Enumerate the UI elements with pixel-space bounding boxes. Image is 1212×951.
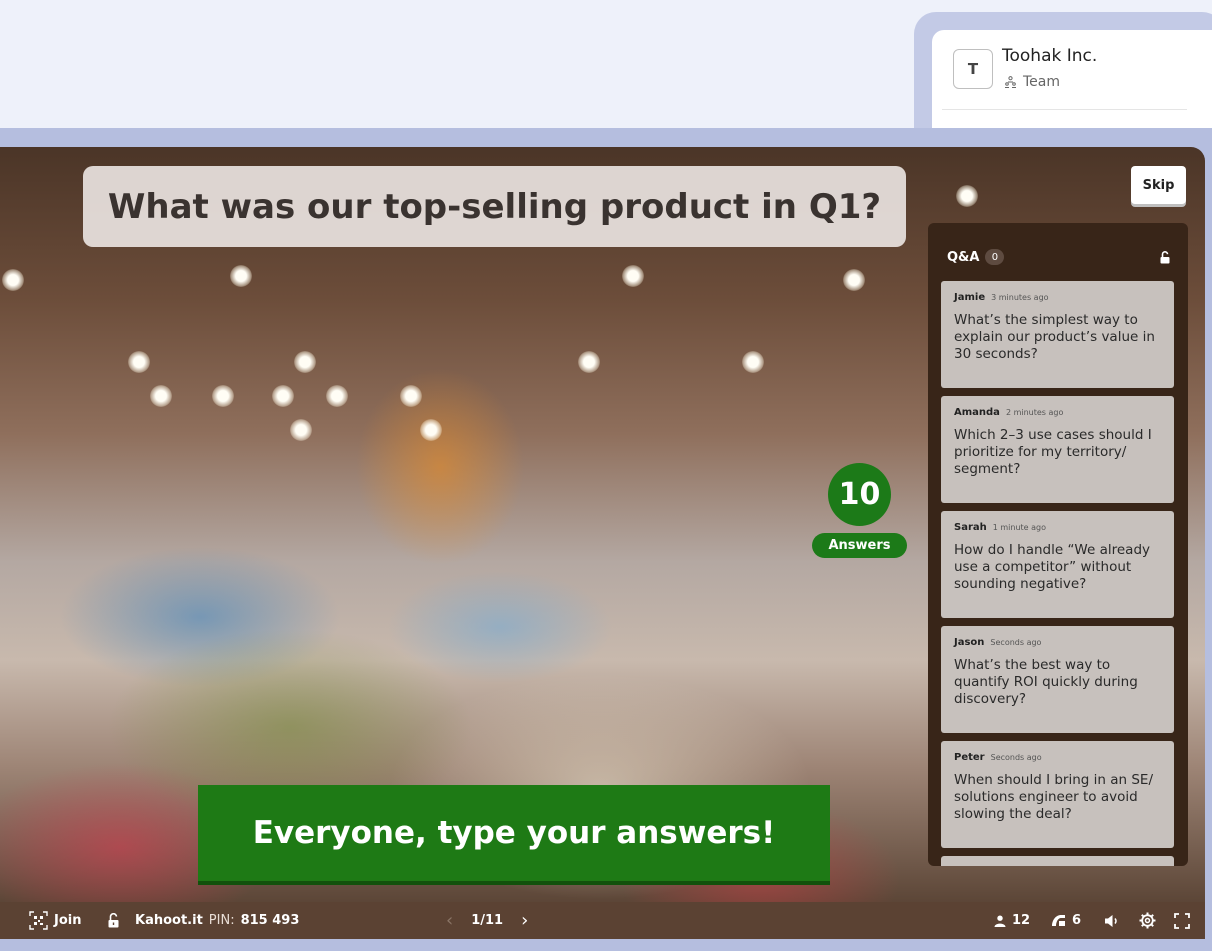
person-icon [994,915,1006,927]
qa-author: Peter [954,752,985,763]
previous-slide-icon[interactable]: ‹ [446,910,453,931]
join-button[interactable]: Join [29,902,81,939]
question-text: What was our top-selling product in Q1? [83,166,906,247]
answer-count: 6 [1051,902,1081,939]
qa-question: What’s the best way to quantify ROI quic… [954,657,1138,707]
qa-question: When should I bring in an SE/ solutions … [954,772,1153,822]
bottom-bar: Join Kahoot.it PIN: 815 493 ‹ 1/11 › 12 … [0,902,1205,939]
ceiling-light [212,385,234,407]
pin-label: PIN: [208,913,235,928]
answers-count: 10 [828,463,891,526]
qa-time: Seconds ago [990,638,1042,647]
workspace-type: Team [1004,74,1060,90]
pin-text: Kahoot.it PIN: 815 493 [135,913,299,928]
qa-author: Jamie [954,292,986,303]
qa-author: Amanda [954,407,1000,418]
answer-count-value: 6 [1072,913,1082,928]
volume-button[interactable] [1104,902,1120,939]
workspace-type-label: Team [1023,74,1061,90]
site-name: Kahoot.it [135,913,203,928]
qa-header: Q&A 0 [947,247,1170,267]
qa-list[interactable]: Jamie 3 minutes ago What’s the simplest w… [941,281,1174,866]
qa-question: How do I handle “We already use a compet… [954,542,1151,592]
team-icon [1005,76,1016,88]
ceiling-light [272,385,294,407]
qa-question: Which 2–3 use cases should I prioritize … [954,427,1152,477]
instruction-banner: Everyone, type your answers! [198,785,830,881]
qa-question: What’s the simplest way to explain our p… [954,312,1155,362]
join-label: Join [54,913,82,928]
ceiling-light [956,185,978,207]
ceiling-light [622,265,644,287]
qa-time: Seconds ago [990,753,1042,762]
unlock-icon[interactable] [108,913,119,928]
gear-icon [1139,912,1156,929]
qa-author: Jason [954,637,985,648]
qa-count-badge: 0 [985,249,1005,265]
game-pin: Kahoot.it PIN: 815 493 [108,902,299,939]
skip-button[interactable]: Skip [1131,166,1186,204]
next-slide-icon[interactable]: › [521,910,528,931]
qa-title-wrap: Q&A 0 [947,249,1005,265]
ceiling-light [742,351,764,373]
ceiling-light [843,269,865,291]
ceiling-light [400,385,422,407]
workspace-avatar: T [953,49,993,89]
speaker-icon [1105,914,1117,927]
unlock-icon[interactable] [1160,250,1170,264]
fullscreen-icon [1174,912,1190,929]
qa-time: 3 minutes ago [991,293,1049,302]
answers-icon [1052,915,1065,926]
qa-item[interactable] [941,856,1174,866]
workspace-divider [942,109,1187,110]
qa-item[interactable]: Jason Seconds ago What’s the best way to … [941,626,1174,733]
qa-item[interactable]: Sarah 1 minute ago How do I handle “We al… [941,511,1174,618]
ceiling-light [326,385,348,407]
qa-item[interactable]: Peter Seconds ago When should I bring in … [941,741,1174,848]
qr-code-icon [29,911,48,930]
ceiling-light [290,419,312,441]
fullscreen-button[interactable] [1174,902,1190,939]
pin-value: 815 493 [240,913,300,928]
settings-button[interactable] [1139,902,1156,939]
qa-author: Sarah [954,522,987,533]
qa-panel: Q&A 0 Jamie 3 minutes ago What’s the simp… [928,223,1188,866]
player-count-value: 12 [1012,913,1031,928]
ceiling-light [150,385,172,407]
qa-item[interactable]: Amanda 2 minutes ago Which 2–3 use cases … [941,396,1174,503]
qa-title: Q&A [947,249,980,265]
ceiling-light [420,419,442,441]
answers-label: Answers [812,533,907,558]
ceiling-light [578,351,600,373]
ceiling-light [230,265,252,287]
qa-time: 2 minutes ago [1005,408,1064,417]
workspace-name: Toohak Inc. [1002,46,1098,66]
ceiling-light [2,269,24,291]
qa-item[interactable]: Jamie 3 minutes ago What’s the simplest w… [941,281,1174,388]
slide-position: 1/11 [471,913,504,928]
ceiling-light [128,351,150,373]
slide-navigation: ‹ 1/11 › [446,902,528,939]
ceiling-light [294,351,316,373]
qa-time: 1 minute ago [992,523,1047,532]
player-count: 12 [994,902,1030,939]
